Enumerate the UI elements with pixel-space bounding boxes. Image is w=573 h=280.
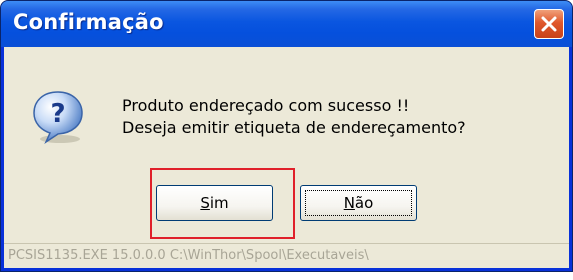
- dialog-window: Confirmação ? Produto endereçado com suc…: [0, 0, 573, 272]
- close-button[interactable]: [534, 9, 564, 39]
- close-icon: [541, 16, 557, 32]
- question-icon: ?: [33, 91, 83, 145]
- no-button-label: Não: [343, 194, 374, 212]
- yes-button-label: Sim: [200, 194, 229, 212]
- yes-button[interactable]: Sim: [156, 185, 273, 221]
- message-text: Produto endereçado com sucesso !! Deseja…: [122, 95, 466, 139]
- dialog-body: ? Produto endereçado com sucesso !! Dese…: [4, 47, 569, 268]
- message-line-2: Deseja emitir etiqueta de endereçamento?: [122, 118, 466, 137]
- status-bar: PCSIS1135.EXE 15.0.0.0 C:\WinThor\Spool\…: [4, 243, 569, 268]
- status-text: PCSIS1135.EXE 15.0.0.0 C:\WinThor\Spool\…: [8, 248, 369, 263]
- svg-text:?: ?: [50, 99, 65, 129]
- title-bar[interactable]: Confirmação: [1, 1, 572, 47]
- window-title: Confirmação: [13, 10, 164, 34]
- no-button[interactable]: Não: [300, 185, 417, 221]
- message-line-1: Produto endereçado com sucesso !!: [122, 96, 410, 115]
